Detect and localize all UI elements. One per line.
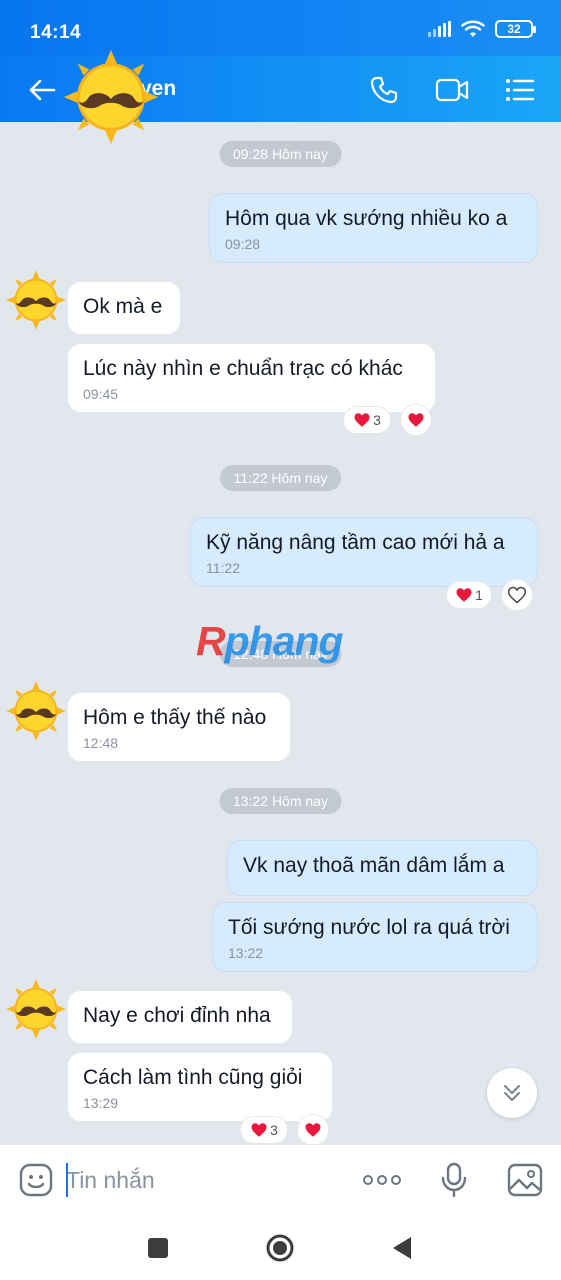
heart-icon [304,1121,322,1139]
message-text: Lúc này nhìn e chuẩn trạc có khác [83,357,403,380]
message-incoming[interactable]: Lúc này nhìn e chuẩn trạc có khác 09:45 [67,343,436,413]
video-call-button[interactable] [430,70,474,110]
sender-avatar[interactable] [5,680,67,742]
reaction-summary[interactable]: 1 [446,581,492,609]
phone-icon [370,76,398,104]
react-button[interactable] [297,1114,329,1146]
message-text: Hôm e thấy thế nào [83,706,267,729]
reaction-count: 1 [475,587,483,603]
scroll-to-bottom-button[interactable] [487,1068,537,1118]
circle-icon [266,1234,294,1262]
more-button[interactable] [360,1159,404,1201]
sticker-button[interactable] [14,1159,58,1201]
chevron-double-down-icon [504,1085,520,1101]
heart-icon [353,411,371,429]
image-icon [507,1163,543,1197]
status-time: 14:14 [30,22,82,43]
message-text: Kỹ năng nâng tầm cao mới hả a [206,531,505,554]
signal-icon [428,21,451,37]
square-icon [148,1238,168,1258]
heart-icon [250,1121,268,1139]
react-button[interactable] [501,579,533,611]
wifi-icon [461,20,485,37]
watermark-logo: Rphang [196,618,344,664]
composer-bar [0,1144,561,1214]
list-menu-icon [506,79,535,101]
message-text: Vk nay thoã mãn dâm lắm a [243,854,505,877]
video-camera-icon [435,78,469,102]
image-button[interactable] [503,1159,547,1201]
message-time: 12:48 [83,735,119,751]
reaction-summary[interactable]: 3 [240,1116,288,1144]
status-icons: 32 [428,20,536,38]
sender-avatar[interactable] [5,269,67,331]
message-text: Ok mà e [83,295,163,318]
message-outgoing[interactable]: Hôm qua vk sướng nhiều ko a 09:28 [209,193,538,263]
arrow-left-icon [29,79,56,101]
message-text: Nay e chơi đỉnh nha [83,1004,271,1027]
heart-icon [455,586,473,604]
message-incoming[interactable]: Nay e chơi đỉnh nha [67,990,293,1044]
reaction-count: 3 [270,1122,278,1138]
reaction-summary[interactable]: 3 [343,406,391,434]
triangle-back-icon [393,1237,411,1259]
home-button[interactable] [260,1228,300,1268]
contact-avatar[interactable] [62,48,160,146]
battery-level: 32 [507,22,521,36]
react-button[interactable] [400,404,432,436]
heart-icon [407,411,425,429]
message-list[interactable]: 09:28 Hôm nay Hôm qua vk sướng nhiều ko … [0,122,561,1146]
message-time: 09:28 [225,236,261,252]
microphone-icon [441,1162,467,1198]
back-nav-button[interactable] [382,1228,422,1268]
sticker-icon [19,1163,53,1197]
message-input[interactable] [66,1163,336,1197]
sender-avatar[interactable] [5,978,67,1040]
message-time: 09:45 [83,386,119,402]
menu-button[interactable] [498,70,542,110]
message-outgoing[interactable]: Kỹ năng nâng tầm cao mới hả a 11:22 [190,517,538,587]
voice-button[interactable] [432,1159,476,1201]
message-incoming[interactable]: Cách làm tình cũng giỏi 13:29 [67,1052,333,1122]
back-button[interactable] [22,72,62,108]
message-outgoing[interactable]: Tối sướng nước lol ra quá trời 13:22 [212,902,538,972]
message-time: 13:22 [228,945,264,961]
battery-icon: 32 [495,20,536,38]
message-outgoing[interactable]: Vk nay thoã mãn dâm lắm a [227,840,538,896]
message-text: Cách làm tình cũng giỏi [83,1066,303,1089]
time-divider: 11:22 Hôm nay [219,465,342,491]
message-time: 11:22 [206,560,240,576]
system-nav-bar [0,1214,561,1280]
time-divider: 09:28 Hôm nay [219,141,342,167]
message-text: Hôm qua vk sướng nhiều ko a [225,207,508,230]
message-incoming[interactable]: Hôm e thấy thế nào 12:48 [67,692,291,762]
heart-outline-icon [507,586,527,604]
reaction-count: 3 [373,412,381,428]
message-time: 13:29 [83,1095,119,1111]
recents-button[interactable] [138,1228,178,1268]
message-incoming[interactable]: Ok mà e [67,281,181,335]
text-caret [66,1163,68,1197]
more-dots-icon [363,1175,401,1185]
message-text: Tối sướng nước lol ra quá trời [228,916,510,939]
time-divider: 13:22 Hôm nay [219,788,342,814]
call-button[interactable] [362,70,406,110]
